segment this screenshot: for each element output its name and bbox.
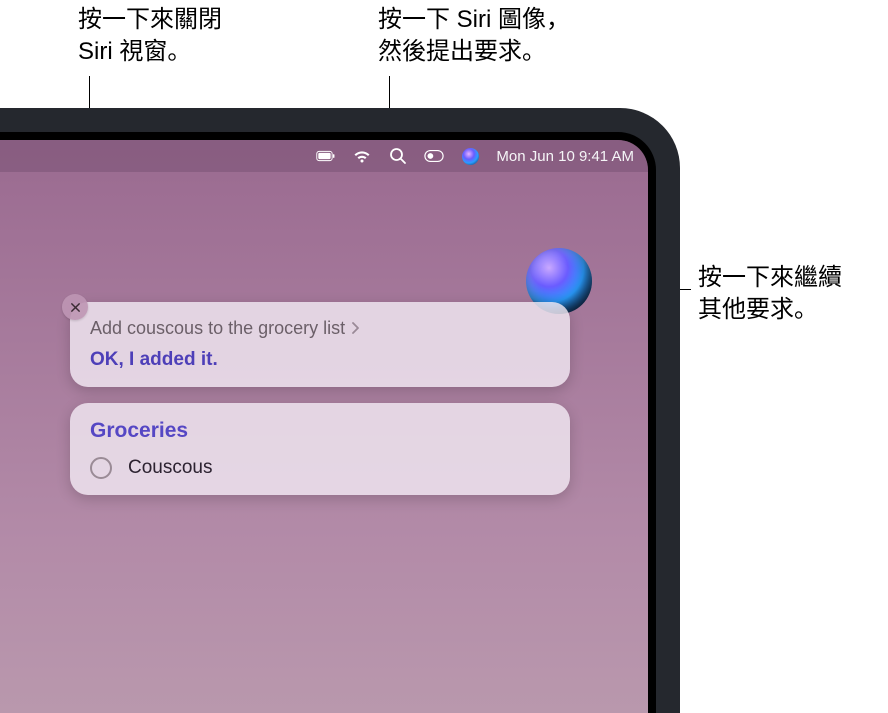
spotlight-icon[interactable] [388, 146, 408, 166]
siri-request-row[interactable]: Add couscous to the grocery list [90, 318, 550, 339]
control-center-icon[interactable] [424, 146, 444, 166]
battery-icon[interactable] [316, 146, 336, 166]
mac-device-frame: Mon Jun 10 9:41 AM Add couscous to the g… [0, 108, 680, 713]
list-item[interactable]: Couscous [90, 457, 550, 479]
siri-response-card: Add couscous to the grocery list OK, I a… [70, 302, 570, 387]
mac-bezel: Mon Jun 10 9:41 AM Add couscous to the g… [0, 132, 656, 713]
desktop-wallpaper: Mon Jun 10 9:41 AM Add couscous to the g… [0, 140, 648, 713]
list-title: Groceries [90, 419, 550, 443]
close-button[interactable] [62, 294, 88, 320]
close-icon [70, 302, 81, 313]
siri-request-text: Add couscous to the grocery list [90, 318, 345, 339]
menubar: Mon Jun 10 9:41 AM [0, 140, 648, 172]
list-item-label: Couscous [128, 457, 213, 479]
siri-window: Add couscous to the grocery list OK, I a… [70, 302, 570, 511]
siri-response-text: OK, I added it. [90, 349, 550, 371]
callout-siri-icon: 按一下 Siri 圖像， 然後提出要求。 [378, 4, 570, 69]
callout-siri-orb: 按一下來繼續 其他要求。 [698, 262, 842, 327]
wifi-icon[interactable] [352, 146, 372, 166]
menubar-datetime[interactable]: Mon Jun 10 9:41 AM [496, 148, 634, 165]
chevron-right-icon [351, 321, 359, 337]
callout-close: 按一下來關閉 Siri 視窗。 [78, 4, 222, 69]
siri-menubar-icon[interactable] [460, 146, 480, 166]
reminders-list-card[interactable]: Groceries Couscous [70, 403, 570, 495]
reminder-checkbox[interactable] [90, 457, 112, 479]
